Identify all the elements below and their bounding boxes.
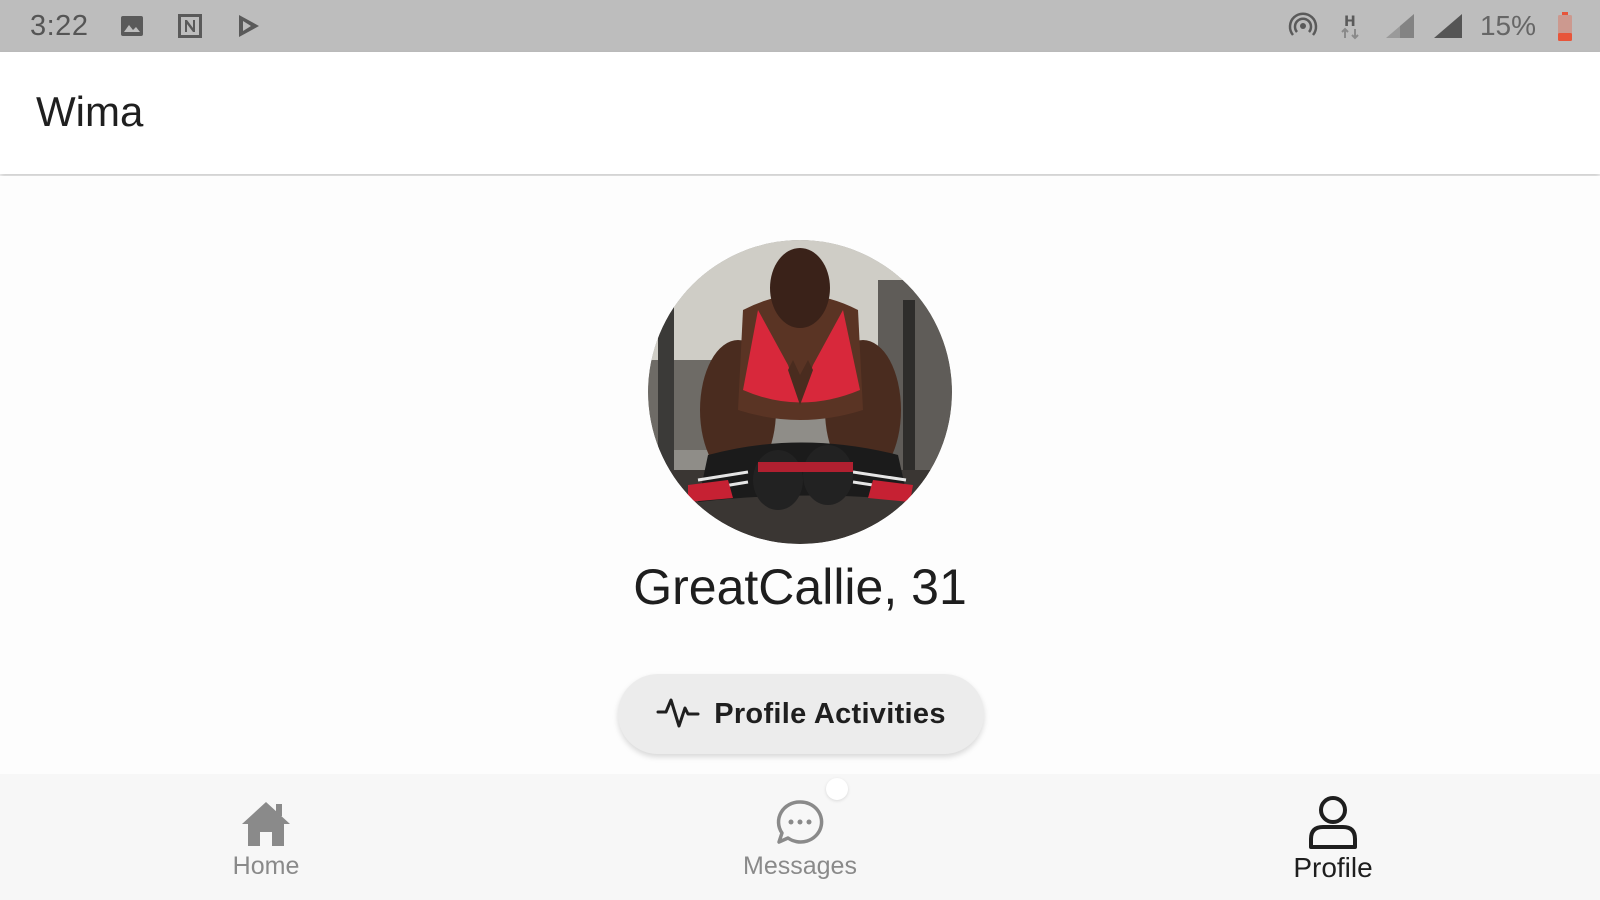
nav-item-messages[interactable]: Messages: [680, 774, 920, 900]
scroll-indicator-dot: [826, 778, 848, 800]
nav-label-profile: Profile: [1293, 852, 1373, 883]
profile-name-age: GreatCallie, 31: [633, 559, 967, 615]
status-time: 3:22: [30, 9, 89, 42]
bottom-navigation: Home Messages Profile: [0, 774, 1600, 900]
signal-1-icon: [1384, 12, 1414, 40]
nav-label-home: Home: [232, 852, 300, 880]
notion-icon: [176, 12, 204, 40]
nav-item-profile[interactable]: Profile: [1213, 774, 1453, 900]
status-bar: 3:22 H 15%: [0, 0, 1600, 52]
play-store-icon: [234, 12, 262, 40]
chat-bubble-icon: [768, 796, 832, 850]
hotspot-icon: [1288, 12, 1318, 40]
avatar-photo: [648, 240, 952, 544]
nav-label-messages: Messages: [743, 852, 857, 880]
app-title: Wima: [36, 88, 144, 135]
profile-activities-button[interactable]: Profile Activities: [618, 674, 984, 754]
svg-text:H: H: [1344, 14, 1356, 30]
home-icon: [234, 796, 298, 850]
profile-activities-label: Profile Activities: [714, 697, 946, 730]
image-icon: [118, 12, 146, 40]
activity-pulse-icon: [656, 694, 700, 735]
profile-avatar[interactable]: [648, 240, 952, 544]
profile-content: GreatCallie, 31 Profile Activities: [0, 176, 1600, 774]
nav-item-home[interactable]: Home: [146, 774, 386, 900]
signal-2-icon: [1432, 12, 1462, 40]
data-h-icon: H: [1336, 12, 1364, 40]
person-icon: [1301, 796, 1365, 850]
status-left: 3:22: [30, 0, 262, 52]
status-right: H 15%: [1288, 0, 1574, 52]
battery-percent: 15%: [1479, 10, 1536, 41]
app-bar: Wima: [0, 52, 1600, 174]
battery-icon: [1556, 12, 1574, 41]
